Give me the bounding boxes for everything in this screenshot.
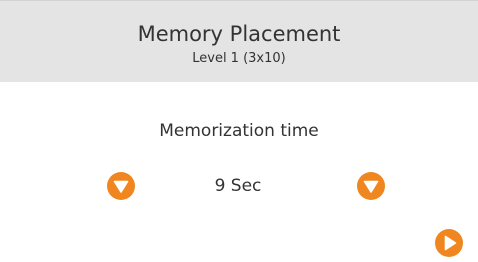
triangle-down-icon	[357, 172, 385, 200]
memorization-time-label: Memorization time	[159, 121, 319, 141]
triangle-down-icon	[107, 172, 135, 200]
header-bar: Memory Placement Level 1 (3x10)	[0, 0, 478, 82]
memorization-time-value: 9 Sec	[214, 176, 262, 196]
level-subtitle: Level 1 (3x10)	[192, 51, 286, 66]
decrease-time-button[interactable]	[107, 172, 135, 200]
page-title: Memory Placement	[137, 22, 341, 46]
increase-time-button[interactable]	[357, 172, 385, 200]
next-button[interactable]	[435, 229, 463, 257]
play-icon	[435, 229, 463, 257]
